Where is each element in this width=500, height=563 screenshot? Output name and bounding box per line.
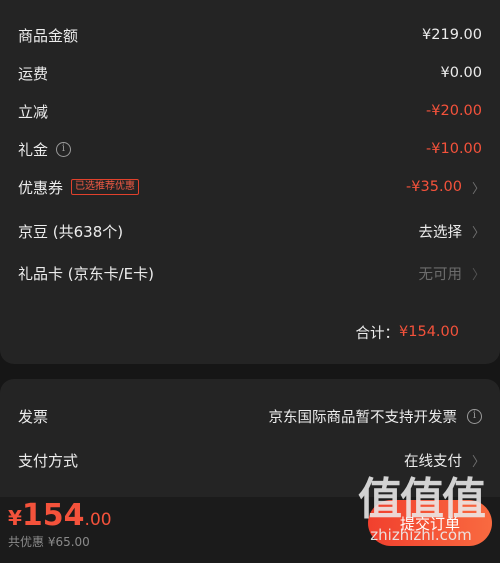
invoice-value: 京东国际商品暂不支持开发票 — [268, 409, 458, 426]
coupon-label: 优惠券 — [18, 178, 64, 197]
row-gift-cash: 礼金 i -¥10.00 — [18, 132, 482, 166]
chevron-right-icon: 〉 — [472, 225, 486, 241]
instant-discount-value: -¥20.00 — [426, 103, 482, 119]
chevron-right-icon: 〉 — [472, 181, 486, 197]
price-integer: 154 — [21, 498, 85, 533]
order-summary-card: 商品金额 ¥219.00 运费 ¥0.00 立减 -¥20.00 礼金 i -¥… — [0, 0, 500, 364]
invoice-payment-card: 发票 京东国际商品暂不支持开发票 i 支付方式 在线支付 〉 — [0, 379, 500, 499]
goods-amount-label: 商品金额 — [18, 26, 79, 45]
order-total: 合计： ¥154.00 — [356, 318, 459, 346]
invoice-value-group: 京东国际商品暂不支持开发票 i — [268, 406, 482, 427]
payment-method-value: 在线支付 — [404, 453, 462, 470]
price-currency: ¥ — [8, 506, 22, 530]
chevron-right-icon: 〉 — [472, 454, 486, 470]
row-shipping: 运费 ¥0.00 — [18, 56, 482, 90]
jd-beans-value-group: 去选择 〉 — [418, 221, 486, 242]
row-payment-method[interactable]: 支付方式 在线支付 〉 — [18, 443, 486, 477]
row-jd-beans[interactable]: 京豆 (共638个) 去选择 〉 — [18, 214, 486, 248]
row-goods-amount: 商品金额 ¥219.00 — [18, 18, 482, 52]
gift-card-value-group: 无可用 〉 — [418, 263, 486, 284]
submit-order-button[interactable]: 提交订单 — [368, 500, 492, 546]
gift-cash-value: -¥10.00 — [426, 141, 482, 157]
gift-cash-label-group: 礼金 i — [18, 139, 72, 160]
price-decimal: .00 — [84, 510, 112, 530]
jd-beans-label: 京豆 (共638个) — [18, 222, 124, 241]
instant-discount-label: 立减 — [18, 102, 49, 121]
payment-method-value-group: 在线支付 〉 — [404, 450, 486, 471]
gift-cash-label: 礼金 — [18, 140, 49, 159]
shipping-label: 运费 — [18, 64, 49, 83]
coupon-label-group: 优惠券 已选推荐优惠 — [18, 177, 140, 198]
coupon-value: -¥35.00 — [406, 179, 462, 195]
payable-price: ¥ 154 .00 — [8, 498, 112, 533]
gift-card-label: 礼品卡 (京东卡/E卡) — [18, 264, 155, 283]
gift-card-value: 无可用 — [418, 266, 463, 283]
row-coupon[interactable]: 优惠券 已选推荐优惠 -¥35.00 〉 — [18, 170, 486, 204]
coupon-recommended-badge: 已选推荐优惠 — [71, 179, 140, 195]
info-icon[interactable]: i — [56, 141, 72, 157]
coupon-value-group: -¥35.00 〉 — [406, 178, 486, 197]
row-invoice: 发票 京东国际商品暂不支持开发票 i — [18, 399, 482, 433]
total-label: 合计： — [355, 325, 400, 342]
chevron-right-icon: 〉 — [472, 267, 486, 283]
payment-method-label: 支付方式 — [18, 451, 79, 470]
shipping-value: ¥0.00 — [440, 65, 482, 81]
info-icon[interactable]: i — [467, 408, 482, 424]
jd-beans-value: 去选择 — [418, 224, 463, 241]
row-instant-discount: 立减 -¥20.00 — [18, 94, 482, 128]
row-gift-card[interactable]: 礼品卡 (京东卡/E卡) 无可用 〉 — [18, 256, 486, 290]
invoice-label: 发票 — [18, 407, 49, 426]
total-value: ¥154.00 — [399, 324, 459, 340]
goods-amount-value: ¥219.00 — [422, 27, 482, 43]
total-savings: 共优惠 ¥65.00 — [8, 535, 90, 549]
